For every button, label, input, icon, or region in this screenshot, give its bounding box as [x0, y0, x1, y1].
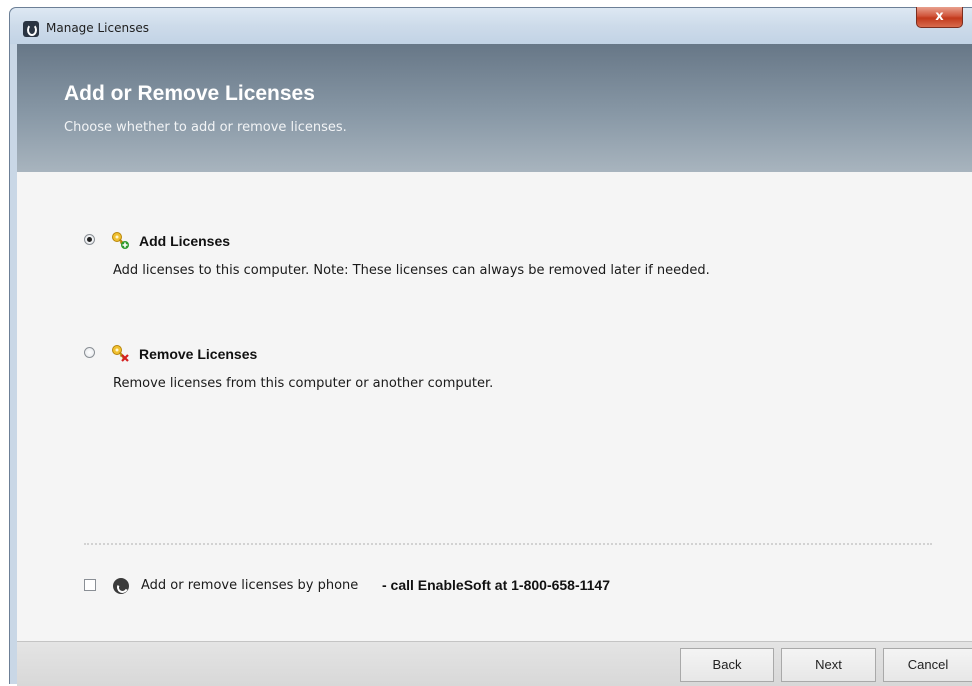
remove-licenses-label[interactable]: Remove Licenses	[139, 346, 257, 362]
back-button[interactable]: Back	[680, 648, 774, 682]
cancel-button[interactable]: Cancel	[883, 648, 972, 682]
dialog-body: Add or Remove Licenses Choose whether to…	[17, 44, 972, 686]
wizard-header: Add or Remove Licenses Choose whether to…	[17, 44, 972, 172]
remove-licenses-description: Remove licenses from this computer or an…	[113, 376, 494, 391]
window-title: Manage Licenses	[46, 21, 149, 35]
phone-option-checkbox[interactable]	[84, 579, 96, 591]
add-licenses-radio[interactable]	[84, 234, 95, 245]
page-subtitle: Choose whether to add or remove licenses…	[64, 120, 347, 135]
next-button[interactable]: Next	[781, 648, 876, 682]
phone-call-text: - call EnableSoft at 1-800-658-1147	[382, 577, 610, 593]
key-remove-icon	[112, 345, 129, 362]
page-title: Add or Remove Licenses	[64, 82, 315, 105]
remove-licenses-radio[interactable]	[84, 347, 95, 358]
button-bar: Back Next Cancel	[17, 641, 972, 686]
title-bar[interactable]: Manage Licenses x	[10, 7, 972, 44]
divider	[84, 543, 932, 545]
add-licenses-description: Add licenses to this computer. Note: The…	[113, 263, 710, 278]
phone-option-label[interactable]: Add or remove licenses by phone	[141, 578, 358, 593]
dialog-window: Manage Licenses x Add or Remove Licenses…	[9, 7, 972, 686]
close-button[interactable]: x	[916, 7, 963, 28]
add-licenses-label[interactable]: Add Licenses	[139, 233, 230, 249]
app-icon	[23, 21, 39, 37]
phone-icon	[113, 578, 129, 594]
key-add-icon	[112, 232, 129, 249]
